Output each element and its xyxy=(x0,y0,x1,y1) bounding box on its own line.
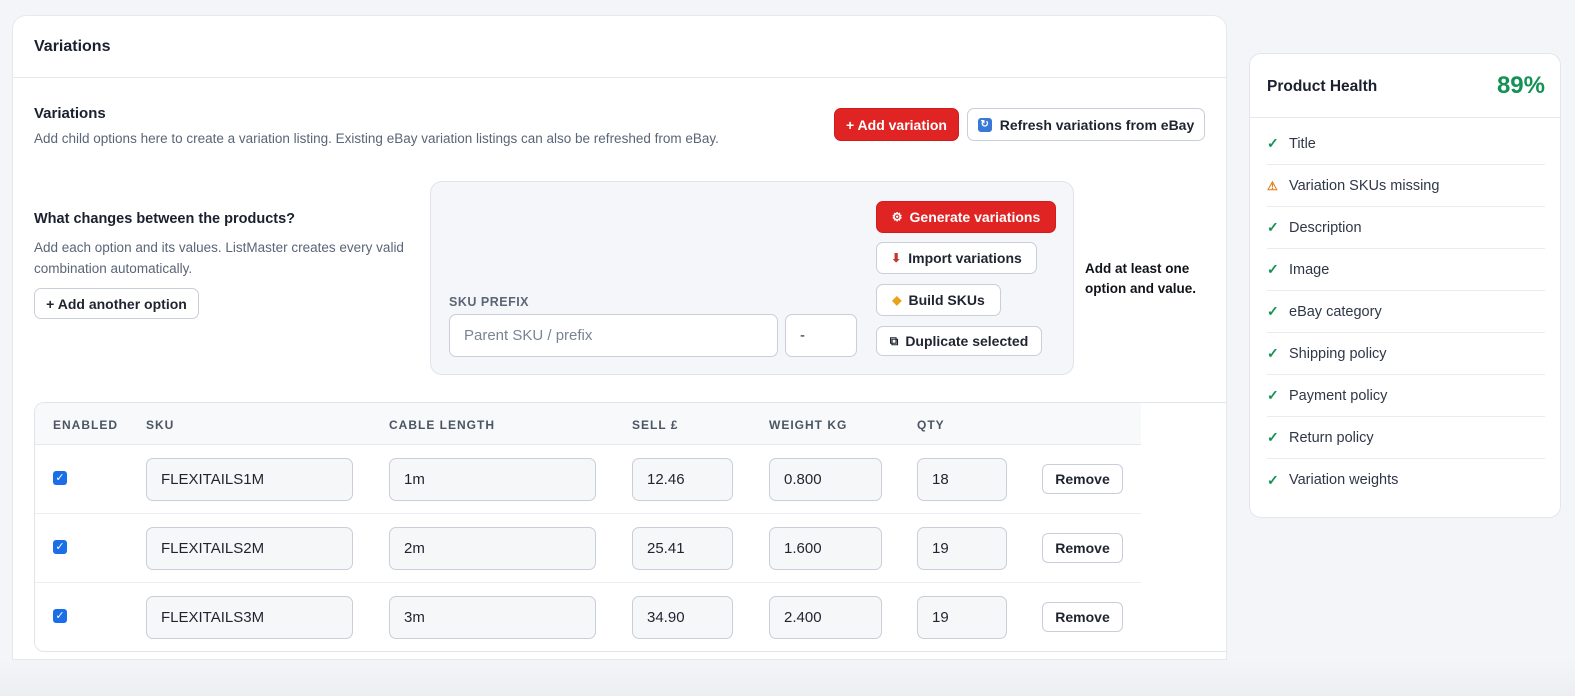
options-title: What changes between the products? xyxy=(34,211,296,227)
health-item: ✓ Image xyxy=(1267,249,1545,291)
import-label: Import variations xyxy=(908,250,1022,266)
variations-table: ENABLED SKU CABLE LENGTH SELL £ WEIGHT K… xyxy=(34,402,1226,652)
check-icon: ✓ xyxy=(1267,387,1279,403)
cable-length-input[interactable] xyxy=(389,596,596,639)
health-item-label: Shipping policy xyxy=(1289,345,1387,362)
tag-icon: ◆ xyxy=(892,293,902,307)
check-icon: ✓ xyxy=(1267,429,1279,445)
health-item-label: Variation SKUs missing xyxy=(1289,177,1440,194)
sku-prefix-panel: SKU PREFIX ⚙ Generate variations ⬇ Impor… xyxy=(430,181,1074,375)
refresh-label: Refresh variations from eBay xyxy=(999,116,1195,133)
weight-input[interactable] xyxy=(769,527,882,570)
check-icon: ✓ xyxy=(1267,471,1279,488)
add-option-label: + Add another option xyxy=(46,295,187,312)
remove-button[interactable]: Remove xyxy=(1042,602,1123,632)
enabled-checkbox[interactable]: ✓ xyxy=(53,471,67,485)
weight-input[interactable] xyxy=(769,458,882,501)
table-header: ENABLED SKU CABLE LENGTH SELL £ WEIGHT K… xyxy=(35,403,1141,445)
enabled-checkbox[interactable]: ✓ xyxy=(53,609,67,623)
table-row: ✓ Remove xyxy=(35,514,1141,583)
product-health-card: Product Health 89% ✓ Title ⚠ Variation S… xyxy=(1249,53,1561,518)
refresh-icon: ↻ xyxy=(977,117,992,132)
sku-input[interactable] xyxy=(146,458,353,501)
enabled-checkbox[interactable]: ✓ xyxy=(53,540,67,554)
page-bottom-shade xyxy=(0,660,1575,696)
build-label: Build SKUs xyxy=(908,292,985,308)
check-icon: ✓ xyxy=(1267,219,1279,235)
health-title: Product Health xyxy=(1267,78,1378,95)
sell-price-input[interactable] xyxy=(632,527,733,570)
qty-input[interactable] xyxy=(917,527,1007,570)
health-item-label: Variation weights xyxy=(1289,472,1399,488)
weight-input[interactable] xyxy=(769,596,882,639)
check-icon: ✓ xyxy=(1267,135,1279,151)
column-sku: SKU xyxy=(146,418,175,432)
gear-icon: ⚙ xyxy=(891,210,903,224)
column-sell: SELL £ xyxy=(632,418,679,432)
add-option-button[interactable]: + Add another option xyxy=(34,288,199,319)
add-variation-button[interactable]: + Add variation xyxy=(834,108,959,141)
import-icon: ⬇ xyxy=(891,251,902,265)
health-item-label: Payment policy xyxy=(1289,387,1388,404)
health-item: ✓ Description xyxy=(1267,207,1545,249)
health-item: ✓ Payment policy xyxy=(1267,375,1545,417)
remove-button[interactable]: Remove xyxy=(1042,464,1123,494)
health-item: ✓ Return policy xyxy=(1267,417,1545,459)
warning-icon: ⚠ xyxy=(1267,178,1278,193)
sku-separator-input[interactable] xyxy=(785,314,857,357)
copy-icon: ⧉ xyxy=(889,334,899,348)
health-item-label: Return policy xyxy=(1289,429,1374,446)
health-item-label: eBay category xyxy=(1289,303,1382,320)
import-variations-button[interactable]: ⬇ Import variations xyxy=(876,242,1037,274)
sell-price-input[interactable] xyxy=(632,596,733,639)
qty-input[interactable] xyxy=(917,458,1007,501)
section-title: Variations xyxy=(34,105,106,122)
health-item: ✓ Variation weights xyxy=(1267,459,1545,501)
generate-variations-button[interactable]: ⚙ Generate variations xyxy=(876,201,1056,233)
sku-prefix-label: SKU PREFIX xyxy=(449,295,530,309)
card-title: Variations xyxy=(13,16,1226,78)
health-header: Product Health 89% xyxy=(1250,54,1560,118)
health-item-label: Description xyxy=(1289,219,1362,236)
add-variation-label: + Add variation xyxy=(845,116,947,133)
health-item: ✓ eBay category xyxy=(1267,291,1545,333)
health-item: ✓ Shipping policy xyxy=(1267,333,1545,375)
sku-input[interactable] xyxy=(146,596,353,639)
health-item: ✓ Title xyxy=(1267,123,1545,165)
health-item-label: Title xyxy=(1289,135,1316,152)
health-checklist: ✓ Title ⚠ Variation SKUs missing ✓ Descr… xyxy=(1267,123,1545,501)
column-weight: WEIGHT KG xyxy=(769,418,848,432)
table-row: ✓ Remove xyxy=(35,445,1141,514)
check-icon: ✓ xyxy=(1267,345,1279,361)
cable-length-input[interactable] xyxy=(389,458,596,501)
column-enabled: ENABLED xyxy=(53,418,119,432)
variations-card: Variations Variations Add child options … xyxy=(12,15,1227,660)
build-skus-button[interactable]: ◆ Build SKUs xyxy=(876,284,1001,316)
column-cable-length: CABLE LENGTH xyxy=(389,418,495,432)
check-icon: ✓ xyxy=(1267,303,1279,319)
check-icon: ✓ xyxy=(1267,261,1279,277)
qty-input[interactable] xyxy=(917,596,1007,639)
table-row: ✓ Remove xyxy=(35,583,1141,651)
duplicate-selected-button[interactable]: ⧉ Duplicate selected xyxy=(876,326,1042,356)
health-item: ⚠ Variation SKUs missing xyxy=(1267,165,1545,207)
refresh-variations-button[interactable]: ↻ Refresh variations from eBay xyxy=(967,108,1205,141)
sku-input[interactable] xyxy=(146,527,353,570)
sku-prefix-input[interactable] xyxy=(449,314,778,357)
health-item-label: Image xyxy=(1289,261,1330,278)
cable-length-input[interactable] xyxy=(389,527,596,570)
health-score: 89% xyxy=(1496,72,1545,99)
section-description: Add child options here to create a varia… xyxy=(34,131,719,146)
remove-button[interactable]: Remove xyxy=(1042,533,1123,563)
column-qty: QTY xyxy=(917,418,945,432)
sell-price-input[interactable] xyxy=(632,458,733,501)
generate-label: Generate variations xyxy=(909,209,1041,225)
options-hint: Add at least one option and value. xyxy=(1085,261,1197,296)
options-description: Add each option and its values. ListMast… xyxy=(34,240,404,276)
duplicate-label: Duplicate selected xyxy=(905,333,1029,349)
